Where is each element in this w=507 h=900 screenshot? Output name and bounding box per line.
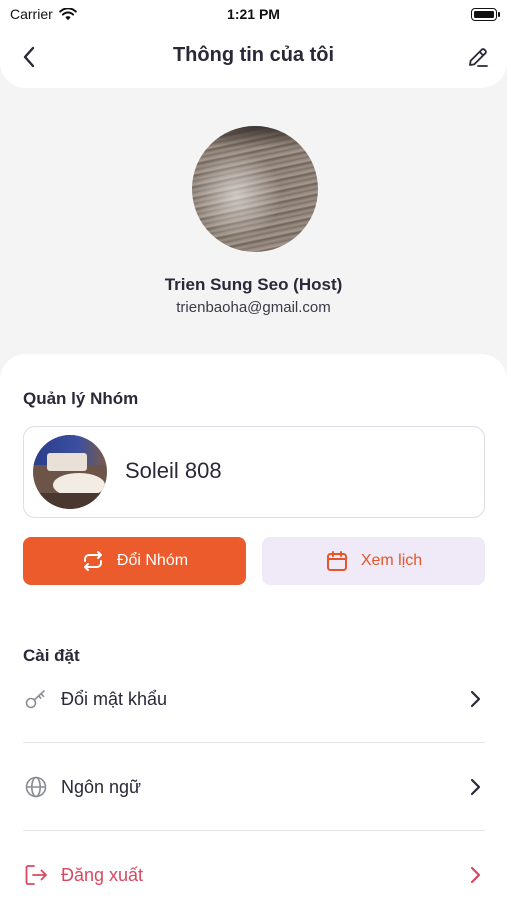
calendar-icon xyxy=(326,551,347,571)
globe-icon xyxy=(23,774,49,800)
language-row[interactable]: Ngôn ngữ xyxy=(23,765,485,809)
status-bar: Carrier 1:21 PM xyxy=(0,0,507,30)
pencil-icon xyxy=(469,48,488,67)
divider xyxy=(23,742,485,743)
group-card[interactable]: Soleil 808 xyxy=(23,426,485,518)
logout-icon xyxy=(23,862,49,888)
chevron-right-icon xyxy=(465,689,485,709)
chevron-right-icon xyxy=(465,777,485,797)
status-time: 1:21 PM xyxy=(227,6,280,22)
switch-group-button[interactable]: Đổi Nhóm xyxy=(23,537,246,585)
page-title: Thông tin của tôi xyxy=(172,44,335,66)
change-password-row[interactable]: Đổi mật khẩu xyxy=(23,677,485,721)
group-name: Soleil 808 xyxy=(125,458,222,483)
switch-group-label: Đổi Nhóm xyxy=(116,552,189,569)
logout-row[interactable]: Đăng xuất xyxy=(23,853,485,897)
logout-label: Đăng xuất xyxy=(61,864,144,885)
chevron-right-icon xyxy=(465,865,485,885)
divider xyxy=(23,830,485,831)
top-bar: Thông tin của tôi xyxy=(0,30,507,88)
group-image xyxy=(33,435,107,509)
key-icon xyxy=(23,686,49,712)
group-section-title: Quản lý Nhóm xyxy=(23,389,139,408)
change-password-label: Đổi mật khẩu xyxy=(61,688,168,709)
settings-section-title: Cài đặt xyxy=(23,646,80,665)
user-email: trienbaoha@gmail.com xyxy=(176,299,331,316)
content-sheet: Quản lý Nhóm Soleil 808 Đổi Nhóm Xem lịc… xyxy=(0,354,507,900)
language-label: Ngôn ngữ xyxy=(61,776,142,797)
user-name: Trien Sung Seo (Host) xyxy=(164,275,343,294)
swap-icon xyxy=(83,551,102,571)
avatar[interactable] xyxy=(192,126,318,252)
view-calendar-button[interactable]: Xem lịch xyxy=(262,537,485,585)
battery-icon xyxy=(471,8,500,21)
edit-profile-button[interactable] xyxy=(463,42,493,72)
view-calendar-label: Xem lịch xyxy=(360,552,423,569)
